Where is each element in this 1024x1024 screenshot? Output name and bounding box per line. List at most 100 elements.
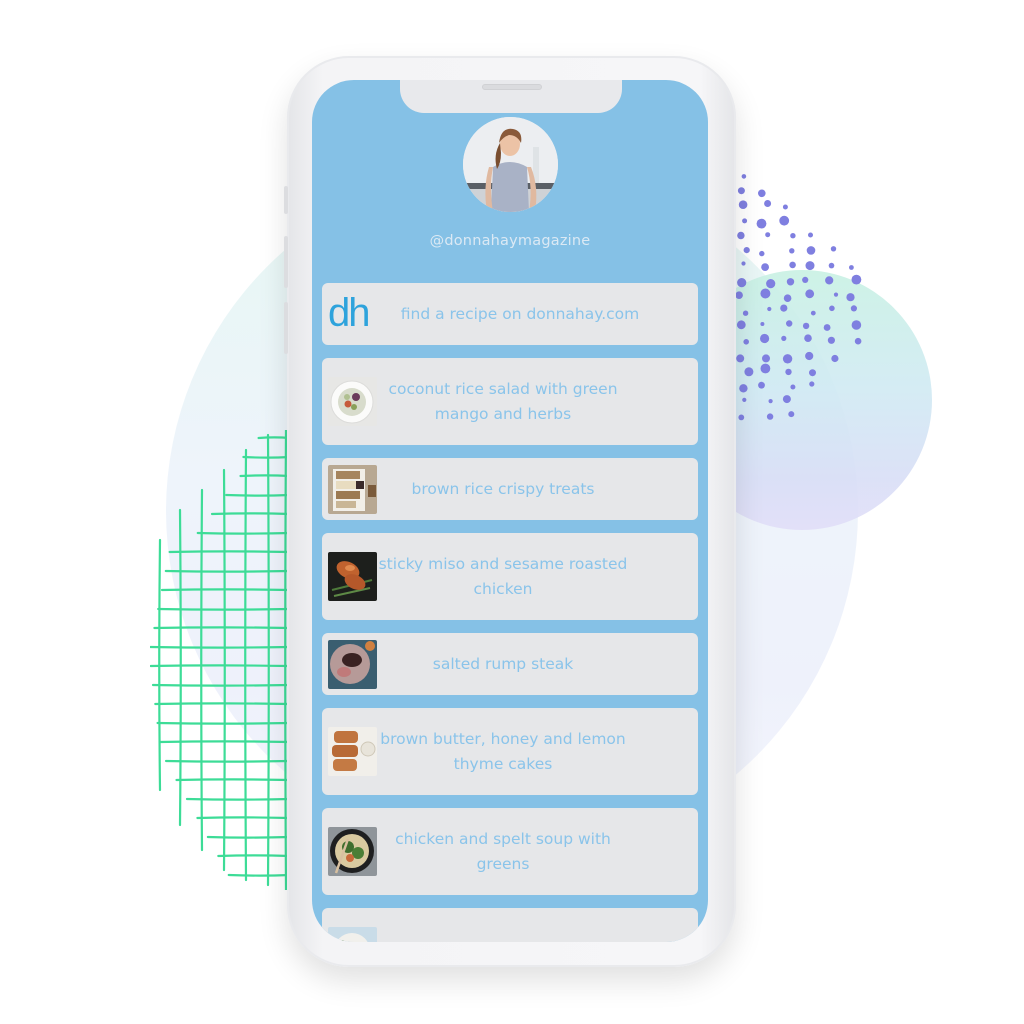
grid-line: [150, 664, 290, 668]
grid-line: [217, 854, 290, 858]
grid-line: [154, 702, 290, 706]
dot: [785, 368, 792, 376]
link-card-recipe[interactable]: grilled sumac lamb with cous-: [322, 908, 698, 942]
link-list: dh find a recipe on donnahay.com coconut…: [322, 283, 698, 942]
dot: [782, 395, 791, 404]
dot: [760, 333, 770, 344]
profile-username: @donnahaymagazine: [429, 233, 591, 249]
dot: [735, 291, 743, 299]
dot: [810, 310, 816, 316]
link-card-recipe[interactable]: coconut rice salad with green mango and …: [322, 358, 698, 445]
grid-line: [153, 626, 290, 630]
dot: [790, 384, 796, 390]
dot: [823, 324, 831, 331]
dot: [827, 336, 835, 344]
dot: [758, 381, 765, 389]
grid-line: [158, 740, 290, 744]
dot: [808, 232, 813, 238]
grid-line: [157, 607, 290, 611]
dh-logo-icon: dh: [328, 291, 370, 335]
phone-volume-down-button: [284, 302, 288, 354]
dot: [743, 247, 750, 254]
dot: [741, 174, 747, 179]
salad-thumbnail-icon: [328, 377, 377, 426]
dot: [743, 339, 749, 345]
dot: [737, 187, 745, 195]
link-card-recipe[interactable]: chicken and spelt soup with greens: [322, 808, 698, 895]
grid-line: [185, 797, 290, 801]
dot: [762, 354, 770, 363]
dot: [739, 384, 748, 393]
grid-line: [196, 816, 290, 820]
grid-line: [210, 512, 290, 516]
link-card-label: brown rice crispy treats: [411, 479, 595, 498]
dot: [765, 232, 771, 238]
dot: [742, 310, 749, 316]
dot: [780, 304, 788, 312]
dot: [809, 381, 815, 387]
phone-mockup: @donnahaymagazine dh find a recipe on do…: [284, 56, 736, 967]
link-card-label: chicken and spelt soup with greens: [395, 829, 611, 873]
dot: [766, 279, 776, 289]
dots-pattern-decoration: [735, 174, 862, 421]
dot: [805, 351, 814, 361]
dot: [737, 231, 745, 240]
dot: [802, 276, 809, 283]
dot: [830, 246, 837, 252]
grid-line: [227, 873, 290, 877]
dot: [781, 335, 787, 341]
dot: [764, 200, 772, 207]
steak-thumbnail-icon: [328, 639, 377, 689]
grid-line: [164, 569, 290, 573]
soup-thumbnail-icon: [328, 827, 377, 876]
grid-line: [242, 455, 290, 459]
dot: [760, 288, 771, 299]
dot: [760, 363, 771, 374]
chicken-thumbnail-icon: [328, 552, 377, 601]
link-card-label: sticky miso and sesame roasted chicken: [378, 554, 628, 598]
dot: [786, 278, 795, 286]
profile-avatar[interactable]: [463, 117, 558, 212]
grid-line: [151, 683, 290, 687]
dot: [846, 293, 855, 302]
dot: [833, 292, 839, 297]
grid-line: [200, 488, 204, 852]
lamb-thumbnail-icon: [328, 927, 377, 942]
dot: [741, 261, 746, 266]
grid-line: [284, 430, 288, 890]
dot: [744, 367, 754, 377]
dot: [804, 334, 812, 342]
dot: [768, 399, 773, 404]
link-card-recipe[interactable]: sticky miso and sesame roasted chicken: [322, 533, 698, 620]
dot: [829, 305, 835, 312]
grid-line: [178, 508, 182, 827]
dot: [736, 354, 745, 363]
link-card-recipe[interactable]: brown rice crispy treats: [322, 458, 698, 520]
dot: [809, 369, 816, 377]
grid-line: [175, 778, 290, 782]
link-card-recipe[interactable]: salted rump steak: [322, 633, 698, 695]
phone-volume-up-button: [284, 236, 288, 288]
dot: [758, 189, 766, 198]
link-card-label: find a recipe on donnahay.com: [400, 304, 640, 323]
dot: [783, 294, 792, 302]
dot: [849, 265, 854, 270]
dot: [782, 204, 788, 210]
speaker-grille: [482, 84, 542, 90]
dot: [759, 250, 765, 257]
grid-line: [222, 468, 226, 872]
grid-line: [206, 835, 290, 839]
dot: [802, 322, 810, 330]
link-card-label: salted rump steak: [432, 654, 574, 673]
phone-screen: @donnahaymagazine dh find a recipe on do…: [312, 80, 708, 942]
dot: [788, 411, 795, 418]
grid-line: [150, 645, 290, 649]
link-card-recipe[interactable]: brown butter, honey and lemon thyme cake…: [322, 708, 698, 795]
dot: [851, 320, 862, 330]
dot: [742, 397, 747, 402]
dot: [760, 322, 765, 326]
phone-mute-switch: [284, 186, 288, 214]
phone-notch: [400, 80, 622, 113]
grid-line: [160, 588, 290, 592]
link-card-donnahay[interactable]: dh find a recipe on donnahay.com: [322, 283, 698, 345]
